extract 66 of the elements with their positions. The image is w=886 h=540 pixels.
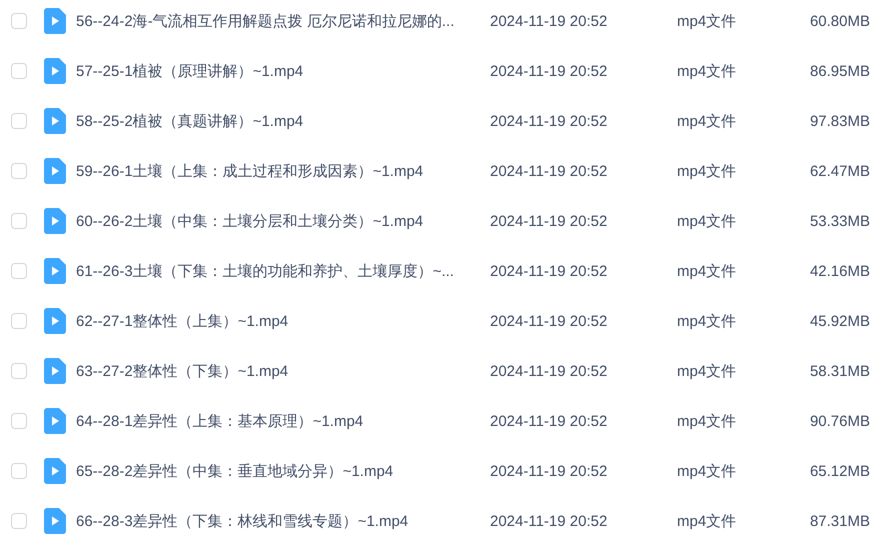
video-file-icon [44, 108, 66, 134]
modified-date: 2024-11-19 20:52 [490, 362, 608, 380]
file-size: 62.47MB [808, 162, 870, 180]
video-file-icon [44, 58, 66, 84]
file-type: mp4文件 [677, 162, 738, 180]
file-type: mp4文件 [677, 112, 738, 130]
file-name[interactable]: 58--25-2植被（真题讲解）~1.mp4 [76, 112, 490, 130]
file-size: 90.76MB [808, 412, 870, 430]
checkbox[interactable] [11, 213, 27, 229]
file-type: mp4文件 [677, 312, 738, 330]
checkbox[interactable] [11, 363, 27, 379]
checkbox[interactable] [11, 63, 27, 79]
file-size: 97.83MB [808, 112, 870, 130]
modified-date: 2024-11-19 20:52 [490, 62, 608, 80]
video-file-icon [44, 508, 66, 534]
file-size: 87.31MB [808, 512, 870, 530]
file-name[interactable]: 66--28-3差异性（下集：林线和雪线专题）~1.mp4 [76, 512, 490, 530]
file-size: 42.16MB [808, 262, 870, 280]
modified-date: 2024-11-19 20:52 [490, 312, 608, 330]
file-size: 53.33MB [808, 212, 870, 230]
checkbox[interactable] [11, 413, 27, 429]
checkbox[interactable] [11, 513, 27, 529]
file-size: 58.31MB [808, 362, 870, 380]
modified-date: 2024-11-19 20:52 [490, 262, 608, 280]
video-file-icon [44, 308, 66, 334]
file-name[interactable]: 56--24-2海-气流相互作用解题点拨 厄尔尼诺和拉尼娜的... [76, 12, 490, 30]
file-name[interactable]: 60--26-2土壤（中集：土壤分层和土壤分类）~1.mp4 [76, 212, 490, 230]
file-type: mp4文件 [677, 212, 738, 230]
file-type: mp4文件 [677, 512, 738, 530]
file-type: mp4文件 [677, 62, 738, 80]
modified-date: 2024-11-19 20:52 [490, 512, 608, 530]
file-type: mp4文件 [677, 412, 738, 430]
video-file-icon [44, 208, 66, 234]
file-name[interactable]: 61--26-3土壤（下集：土壤的功能和养护、土壤厚度）~... [76, 262, 490, 280]
modified-date: 2024-11-19 20:52 [490, 12, 608, 30]
video-file-icon [44, 258, 66, 284]
video-file-icon [44, 458, 66, 484]
video-file-icon [44, 358, 66, 384]
modified-date: 2024-11-19 20:52 [490, 462, 608, 480]
checkbox[interactable] [11, 263, 27, 279]
checkbox[interactable] [11, 113, 27, 129]
video-file-icon [44, 158, 66, 184]
file-type: mp4文件 [677, 462, 738, 480]
file-type: mp4文件 [677, 262, 738, 280]
file-type: mp4文件 [677, 12, 738, 30]
video-file-icon [44, 8, 66, 34]
file-name[interactable]: 62--27-1整体性（上集）~1.mp4 [76, 312, 490, 330]
modified-date: 2024-11-19 20:52 [490, 412, 608, 430]
file-name[interactable]: 63--27-2整体性（下集）~1.mp4 [76, 362, 490, 380]
checkbox[interactable] [11, 463, 27, 479]
modified-date: 2024-11-19 20:52 [490, 112, 608, 130]
file-name[interactable]: 59--26-1土壤（上集：成土过程和形成因素）~1.mp4 [76, 162, 490, 180]
file-type: mp4文件 [677, 362, 738, 380]
checkbox[interactable] [11, 13, 27, 29]
modified-date: 2024-11-19 20:52 [490, 212, 608, 230]
file-size: 86.95MB [808, 62, 870, 80]
file-size: 60.80MB [808, 12, 870, 30]
file-size: 45.92MB [808, 312, 870, 330]
checkbox[interactable] [11, 313, 27, 329]
video-file-icon [44, 408, 66, 434]
file-name[interactable]: 65--28-2差异性（中集：垂直地域分异）~1.mp4 [76, 462, 490, 480]
modified-date: 2024-11-19 20:52 [490, 162, 608, 180]
file-name[interactable]: 57--25-1植被（原理讲解）~1.mp4 [76, 62, 490, 80]
file-name[interactable]: 64--28-1差异性（上集：基本原理）~1.mp4 [76, 412, 490, 430]
file-size: 65.12MB [808, 462, 870, 480]
checkbox[interactable] [11, 163, 27, 179]
